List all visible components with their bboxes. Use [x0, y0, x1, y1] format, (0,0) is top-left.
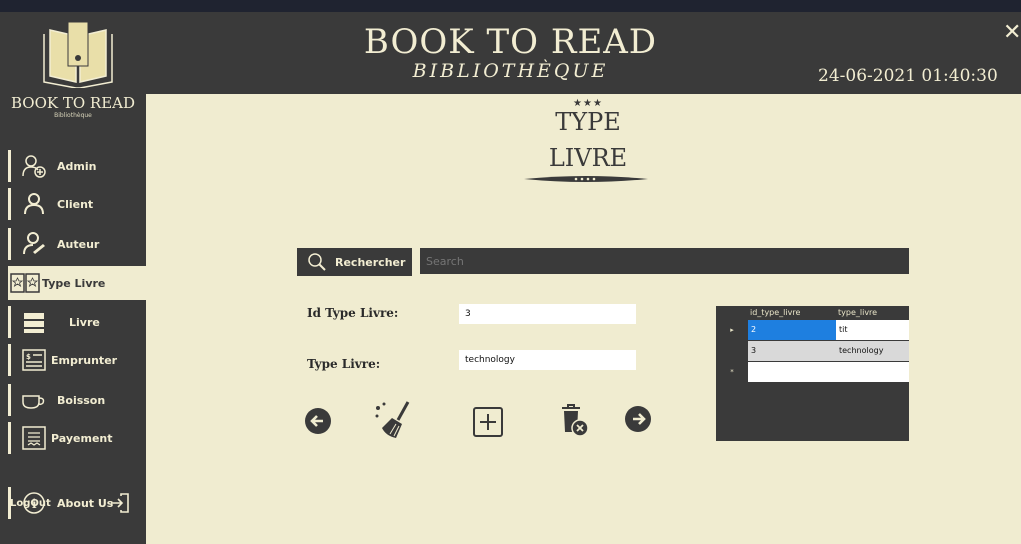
- grid-header-id[interactable]: id_type_livre: [750, 306, 800, 320]
- admin-user-add-icon: [19, 153, 49, 179]
- svg-text:$: $: [26, 353, 31, 361]
- sidebar-item-label: Emprunter: [51, 353, 118, 367]
- sidebar-item-label: Livre: [69, 315, 100, 329]
- sidebar-item-payement[interactable]: Payement: [8, 422, 146, 454]
- sidebar-item-emprunter[interactable]: $ Emprunter: [8, 344, 146, 376]
- sidebar-item-livre[interactable]: Livre: [8, 306, 146, 338]
- sidebar-item-boisson[interactable]: Boisson: [8, 384, 146, 416]
- sidebar-item-label: Boisson: [57, 393, 106, 407]
- type-livre-label: Type Livre:: [307, 357, 381, 371]
- sidebar-item-label: About Us: [57, 496, 114, 510]
- id-type-livre-input[interactable]: [459, 304, 636, 324]
- sidebar-item-admin[interactable]: Admin: [8, 150, 146, 182]
- arrow-left-icon: [303, 408, 333, 440]
- table-row[interactable]: ▸ 2 tit: [716, 320, 909, 340]
- client-user-icon: [19, 191, 49, 217]
- sidebar-item-auteur[interactable]: Auteur: [8, 228, 146, 260]
- trash-delete-icon: [558, 404, 594, 442]
- sidebar: BOOK TO READ Bibliothèque Admin Client A…: [0, 94, 146, 544]
- sidebar-item-label: Payement: [51, 431, 113, 445]
- logout-icon[interactable]: [108, 492, 130, 514]
- search-button-label: Rechercher: [335, 255, 406, 269]
- coffee-cup-icon: [19, 387, 49, 413]
- row-indicator: [716, 341, 748, 361]
- search-button[interactable]: Rechercher: [297, 248, 412, 276]
- type-livre-grid[interactable]: id_type_livre type_livre ▸ 2 tit 3 techn…: [716, 306, 909, 441]
- row-indicator: *: [716, 362, 748, 382]
- table-row[interactable]: *: [716, 362, 909, 382]
- sidebar-item-label: Type Livre: [42, 276, 106, 290]
- search-input[interactable]: [420, 248, 909, 274]
- grid-cell-type[interactable]: tit: [836, 320, 909, 340]
- sidebar-brand-sub: Bibliothèque: [54, 112, 92, 119]
- search-icon: [307, 252, 327, 272]
- grid-cell-type[interactable]: technology: [836, 341, 909, 361]
- sidebar-item-client[interactable]: Client: [8, 188, 146, 220]
- datetime-display: 24-06-2021 01:40:30: [818, 66, 998, 86]
- receipt-icon: [19, 425, 49, 451]
- sidebar-item-label: Auteur: [57, 237, 100, 251]
- plus-square-icon: [472, 407, 504, 442]
- delete-button[interactable]: [558, 402, 594, 442]
- title-bar: BOOK TO READ BIBLIOTHÈQUE 24-06-2021 01:…: [0, 0, 1021, 94]
- author-pen-icon: [19, 231, 49, 257]
- app-title: BOOK TO READ: [363, 22, 658, 62]
- broom-icon: [374, 401, 414, 444]
- grid-cell-id[interactable]: [748, 362, 836, 382]
- arrow-right-icon: [623, 406, 653, 438]
- sidebar-item-label: Admin: [57, 159, 97, 173]
- page-title: TYPE: [555, 108, 621, 136]
- grid-cell-type[interactable]: [836, 362, 909, 382]
- type-livre-input[interactable]: [459, 350, 636, 370]
- page-title-line2: LIVRE: [548, 144, 628, 172]
- row-indicator: ▸: [716, 320, 748, 340]
- sidebar-item-type-livre[interactable]: Type Livre: [8, 266, 146, 300]
- add-button[interactable]: [472, 406, 504, 442]
- table-row[interactable]: 3 technology: [716, 341, 909, 361]
- id-type-livre-label: Id Type Livre:: [307, 306, 399, 320]
- title-ornament: [524, 170, 648, 182]
- sidebar-item-label: Client: [57, 197, 94, 211]
- logout-link[interactable]: LogOut: [10, 498, 51, 509]
- borrow-ticket-icon: $: [19, 347, 49, 373]
- sidebar-brand: BOOK TO READ: [10, 94, 136, 112]
- grid-cell-id[interactable]: 3: [748, 341, 836, 361]
- book-type-icon: [10, 270, 40, 296]
- clear-button[interactable]: [374, 400, 414, 444]
- next-button[interactable]: [623, 404, 653, 438]
- book-icon: [19, 309, 49, 335]
- previous-button[interactable]: [303, 406, 333, 440]
- grid-cell-id[interactable]: 2: [748, 320, 836, 340]
- close-icon[interactable]: ✕: [1003, 22, 1021, 44]
- grid-header-type[interactable]: type_livre: [838, 306, 877, 320]
